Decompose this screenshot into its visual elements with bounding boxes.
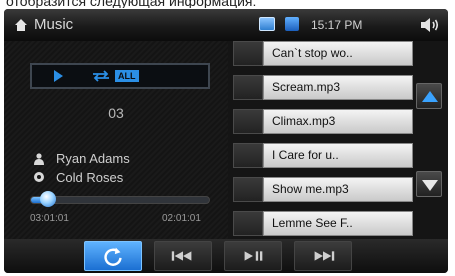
playlist-item[interactable]: I Care for u.. (233, 143, 413, 168)
now-playing-panel: ALL 03 Ryan Adams Cold Roses 03:01:01 02… (4, 41, 228, 239)
playlist-item[interactable]: Lemme See F.. (233, 211, 413, 236)
playlist-item-label: Scream.mp3 (263, 75, 413, 100)
repeat-icon (104, 247, 122, 266)
playlist: Can`t stop wo.. Scream.mp3 Climax.mp3 I … (233, 41, 413, 237)
playlist-item-label: Show me.mp3 (263, 177, 413, 202)
mode-display: ALL (30, 63, 210, 89)
repeat-button[interactable] (84, 241, 142, 271)
playlist-item-label: Lemme See F.. (263, 211, 413, 236)
arrow-down-icon (422, 180, 438, 191)
previous-icon (171, 251, 192, 261)
control-bar (4, 239, 448, 273)
progress-knob[interactable] (40, 191, 56, 207)
repeat-all-badge: ALL (115, 70, 139, 82)
app-title: Music (34, 16, 74, 33)
album-name: Cold Roses (56, 170, 124, 185)
play-pause-button[interactable] (224, 241, 282, 271)
playlist-item-handle (233, 177, 263, 202)
playlist-item-handle (233, 75, 263, 100)
scroll-up-button[interactable] (416, 83, 442, 109)
playlist-item-handle (233, 143, 263, 168)
caption-text: отобразится следующая информация: (6, 0, 257, 8)
playlist-item[interactable]: Can`t stop wo.. (233, 41, 413, 66)
previous-button[interactable] (154, 241, 212, 271)
music-player-screen: Music 15:17 PM ALL 03 Ryan Adams Cold Ro… (4, 9, 448, 273)
playlist-item-handle (233, 109, 263, 134)
progress-bar[interactable] (30, 196, 210, 204)
scroll-down-button[interactable] (416, 171, 442, 197)
playlist-item[interactable]: Show me.mp3 (233, 177, 413, 202)
next-icon (314, 251, 335, 261)
track-number: 03 (108, 105, 124, 121)
play-status-icon (54, 70, 63, 82)
playlist-item[interactable]: Scream.mp3 (233, 75, 413, 100)
top-bar: Music 15:17 PM (4, 9, 448, 41)
playlist-item[interactable]: Climax.mp3 (233, 109, 413, 134)
volume-icon[interactable] (420, 17, 440, 33)
playlist-item-label: I Care for u.. (263, 143, 413, 168)
time-total: 02:01:01 (162, 213, 201, 224)
play-pause-icon (244, 251, 263, 261)
next-button[interactable] (294, 241, 352, 271)
picture-icon[interactable] (259, 17, 275, 31)
home-icon[interactable] (14, 18, 28, 32)
playlist-item-handle (233, 211, 263, 236)
playlist-item-handle (233, 41, 263, 66)
playlist-item-label: Climax.mp3 (263, 109, 413, 134)
artist-icon (34, 153, 44, 165)
time-elapsed: 03:01:01 (30, 213, 69, 224)
folder-icon[interactable] (285, 17, 299, 31)
arrow-up-icon (422, 91, 438, 102)
clock: 15:17 PM (311, 18, 363, 32)
artist-name: Ryan Adams (56, 151, 130, 166)
playlist-item-label: Can`t stop wo.. (263, 41, 413, 66)
album-icon (34, 172, 44, 182)
repeat-mode-icon (93, 70, 109, 82)
